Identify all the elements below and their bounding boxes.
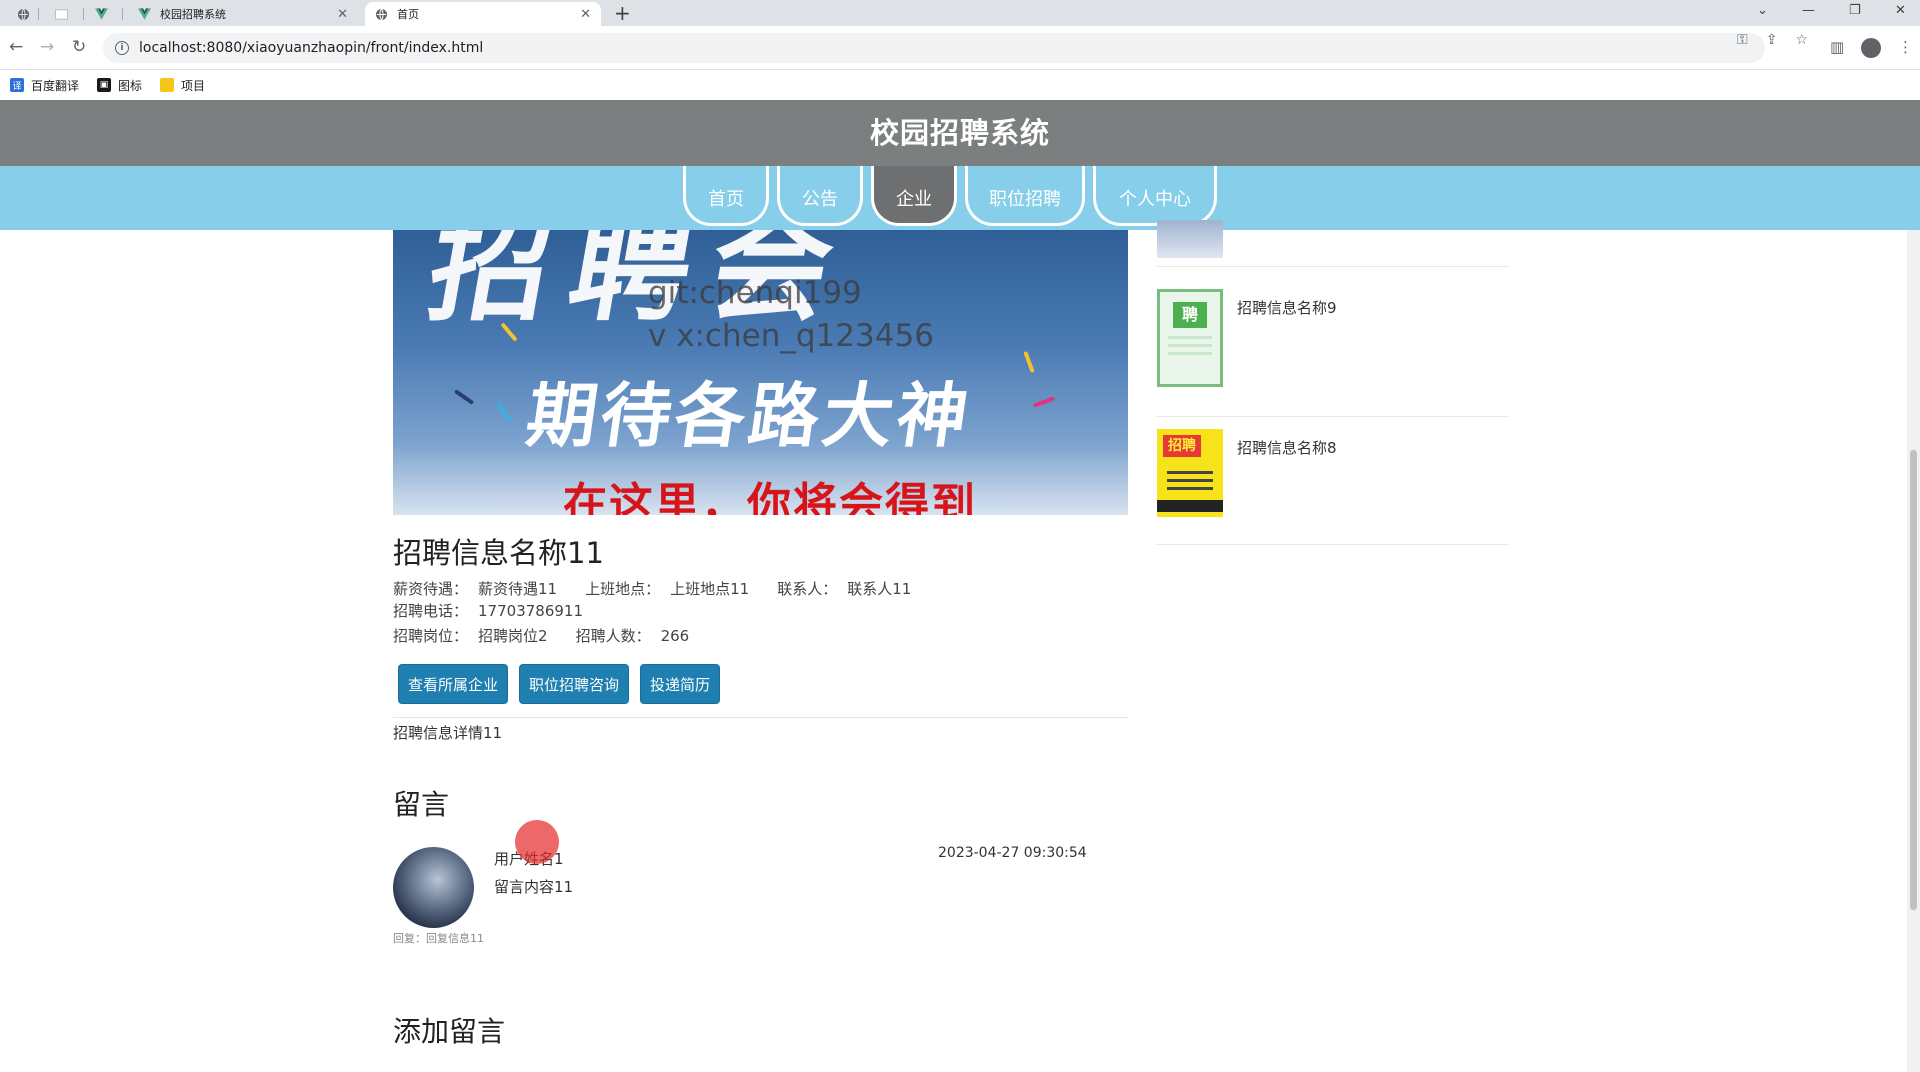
blank-page-icon (54, 8, 68, 21)
address-bar[interactable]: i localhost:8080/xiaoyuanzhaopin/front/i… (103, 33, 1765, 63)
nav-companies[interactable]: 企业 (871, 166, 957, 226)
bookmark-label: 百度翻译 (31, 78, 80, 93)
sidebar-job-label: 招聘信息名称9 (1237, 299, 1337, 317)
contact-label: 联系人： (777, 580, 838, 598)
bookmark-label: 项目 (181, 78, 206, 93)
divider (393, 717, 1128, 718)
bookmark-star-icon[interactable]: ☆ (1795, 32, 1808, 48)
headcount-label: 招聘人数： (575, 627, 651, 645)
comment-timestamp: 2023-04-27 09:30:54 (938, 845, 1087, 861)
banner-art-subtitle: 在这里，你将会得到 (563, 479, 977, 515)
nav-personal-center[interactable]: 个人中心 (1093, 166, 1217, 226)
phone-value: 17703786911 (478, 602, 583, 620)
bookmarks-bar: 译 百度翻译 ▣ 图标 项目 (0, 70, 1920, 100)
position-label: 招聘岗位： (393, 627, 469, 645)
site-title: 校园招聘系统 (869, 116, 1050, 150)
bookmark-baidu-translate[interactable]: 译 百度翻译 (10, 77, 79, 94)
nav-job-postings[interactable]: 职位招聘 (965, 166, 1085, 226)
comments-heading: 留言 (393, 788, 450, 821)
site-header: 校园招聘系统 (0, 100, 1920, 166)
pinned-tab-blank[interactable] (46, 2, 76, 26)
job-info-row-2: 招聘岗位： 招聘岗位2 招聘人数： 266 (393, 625, 1128, 647)
profile-avatar-icon[interactable] (1861, 38, 1881, 58)
url-text: localhost:8080/xiaoyuanzhaopin/front/ind… (139, 40, 484, 56)
browser-toolbar: ← → ↻ i localhost:8080/xiaoyuanzhaopin/f… (0, 26, 1920, 70)
restore-window-icon[interactable]: ❐ (1849, 3, 1861, 18)
job-banner-image: 招聘会 期待各路大神 在这里，你将会得到 git:chenqi199 v x:c… (393, 230, 1128, 515)
banner-watermark-wechat: v x:chen_q123456 (648, 318, 934, 354)
forward-arrow-icon[interactable]: → (40, 37, 54, 57)
bookmark-icons[interactable]: ▣ 图标 (97, 77, 142, 94)
bookmark-projects[interactable]: 项目 (160, 77, 205, 94)
bookmark-label: 图标 (118, 78, 143, 93)
globe-icon (17, 8, 30, 21)
salary-value: 薪资待遇11 (478, 580, 558, 598)
sidebar-job-item[interactable] (1157, 220, 1509, 267)
main-content: 招聘会 期待各路大神 在这里，你将会得到 git:chenqi199 v x:c… (0, 220, 1920, 1072)
job-thumbnail: 聘 (1157, 289, 1223, 387)
address-bar-actions: ⚿ ⇪ ☆ (1737, 32, 1808, 48)
tab-title: 校园招聘系统 (160, 8, 226, 21)
contact-value: 联系人11 (847, 580, 912, 598)
tab-title: 首页 (397, 8, 419, 21)
close-tab-icon[interactable]: ✕ (580, 7, 591, 22)
nav-home[interactable]: 首页 (683, 166, 769, 226)
click-indicator (515, 820, 559, 864)
reload-icon[interactable]: ↻ (72, 37, 86, 57)
add-comment-heading: 添加留言 (393, 1015, 506, 1048)
job-thumbnail: 招聘 (1157, 429, 1223, 517)
key-icon[interactable]: ⚿ (1737, 32, 1748, 48)
sidebar-job-item[interactable]: 聘 招聘信息名称9 (1157, 277, 1509, 417)
image-icon: ▣ (97, 78, 112, 92)
job-title: 招聘信息名称11 (393, 536, 604, 570)
scrollbar-thumb[interactable] (1910, 450, 1917, 910)
salary-label: 薪资待遇： (393, 580, 469, 598)
nav-announcements[interactable]: 公告 (777, 166, 863, 226)
page-scrollbar[interactable] (1907, 230, 1920, 1072)
sidebar-job-item[interactable]: 招聘 招聘信息名称8 (1157, 417, 1509, 545)
tab-home-active[interactable]: 首页 ✕ (365, 2, 601, 26)
folder-icon (160, 78, 175, 92)
phone-label: 招聘电话： (393, 602, 469, 620)
headcount-value: 266 (660, 627, 690, 645)
minimize-window-icon[interactable]: — (1802, 3, 1815, 18)
tab-recruitment-system[interactable]: 校园招聘系统 ✕ (128, 2, 358, 26)
close-tab-icon[interactable]: ✕ (337, 7, 348, 22)
avatar (393, 847, 474, 928)
vue-logo-icon (94, 8, 108, 21)
share-icon[interactable]: ⇪ (1766, 32, 1778, 48)
close-window-icon[interactable]: ✕ (1895, 3, 1906, 18)
new-tab-plus-icon[interactable]: + (614, 2, 631, 24)
vue-logo-icon (138, 8, 151, 21)
job-thumbnail (1157, 220, 1223, 258)
sidebar-job-label: 招聘信息名称8 (1237, 439, 1337, 457)
pinned-tab-vue[interactable] (86, 2, 116, 26)
banner-art-slogan: 期待各路大神 (521, 374, 978, 457)
location-label: 上班地点： (585, 580, 661, 598)
job-detail: 招聘信息名称11 薪资待遇： 薪资待遇11 上班地点： 上班地点11 联系人： 联系人… (393, 535, 1128, 744)
job-info-row-1: 薪资待遇： 薪资待遇11 上班地点： 上班地点11 联系人： 联系人11 招聘电话： 1… (393, 578, 1128, 622)
banner-watermark-git: git:chenqi199 (648, 275, 862, 311)
submit-resume-button[interactable]: 投递简历 (640, 664, 721, 704)
menu-kebab-icon[interactable]: ⋮ (1898, 38, 1913, 56)
globe-icon (375, 8, 388, 21)
pinned-tab-globe[interactable] (8, 2, 38, 26)
position-value: 招聘岗位2 (478, 627, 548, 645)
view-company-button[interactable]: 查看所属企业 (398, 664, 509, 704)
comment-content: 留言内容11 (494, 878, 574, 896)
location-value: 上班地点11 (670, 580, 750, 598)
site-info-icon[interactable]: i (115, 41, 129, 55)
back-arrow-icon[interactable]: ← (9, 37, 23, 57)
site-nav: 首页 公告 企业 职位招聘 个人中心 (0, 166, 1920, 230)
job-details-text: 招聘信息详情11 (393, 724, 503, 742)
job-action-buttons: 查看所属企业 职位招聘咨询 投递简历 (393, 664, 1128, 704)
comment-reply: 回复：回复信息11 (393, 932, 484, 945)
job-consult-button[interactable]: 职位招聘咨询 (519, 664, 630, 704)
translate-icon: 译 (10, 78, 24, 92)
tab-search-chevron-icon[interactable]: ⌄ (1757, 3, 1768, 18)
side-panel-icon[interactable]: ▥ (1830, 38, 1844, 56)
browser-tab-strip: 校园招聘系统 ✕ 首页 ✕ + ⌄ — ❐ ✕ (0, 0, 1920, 26)
